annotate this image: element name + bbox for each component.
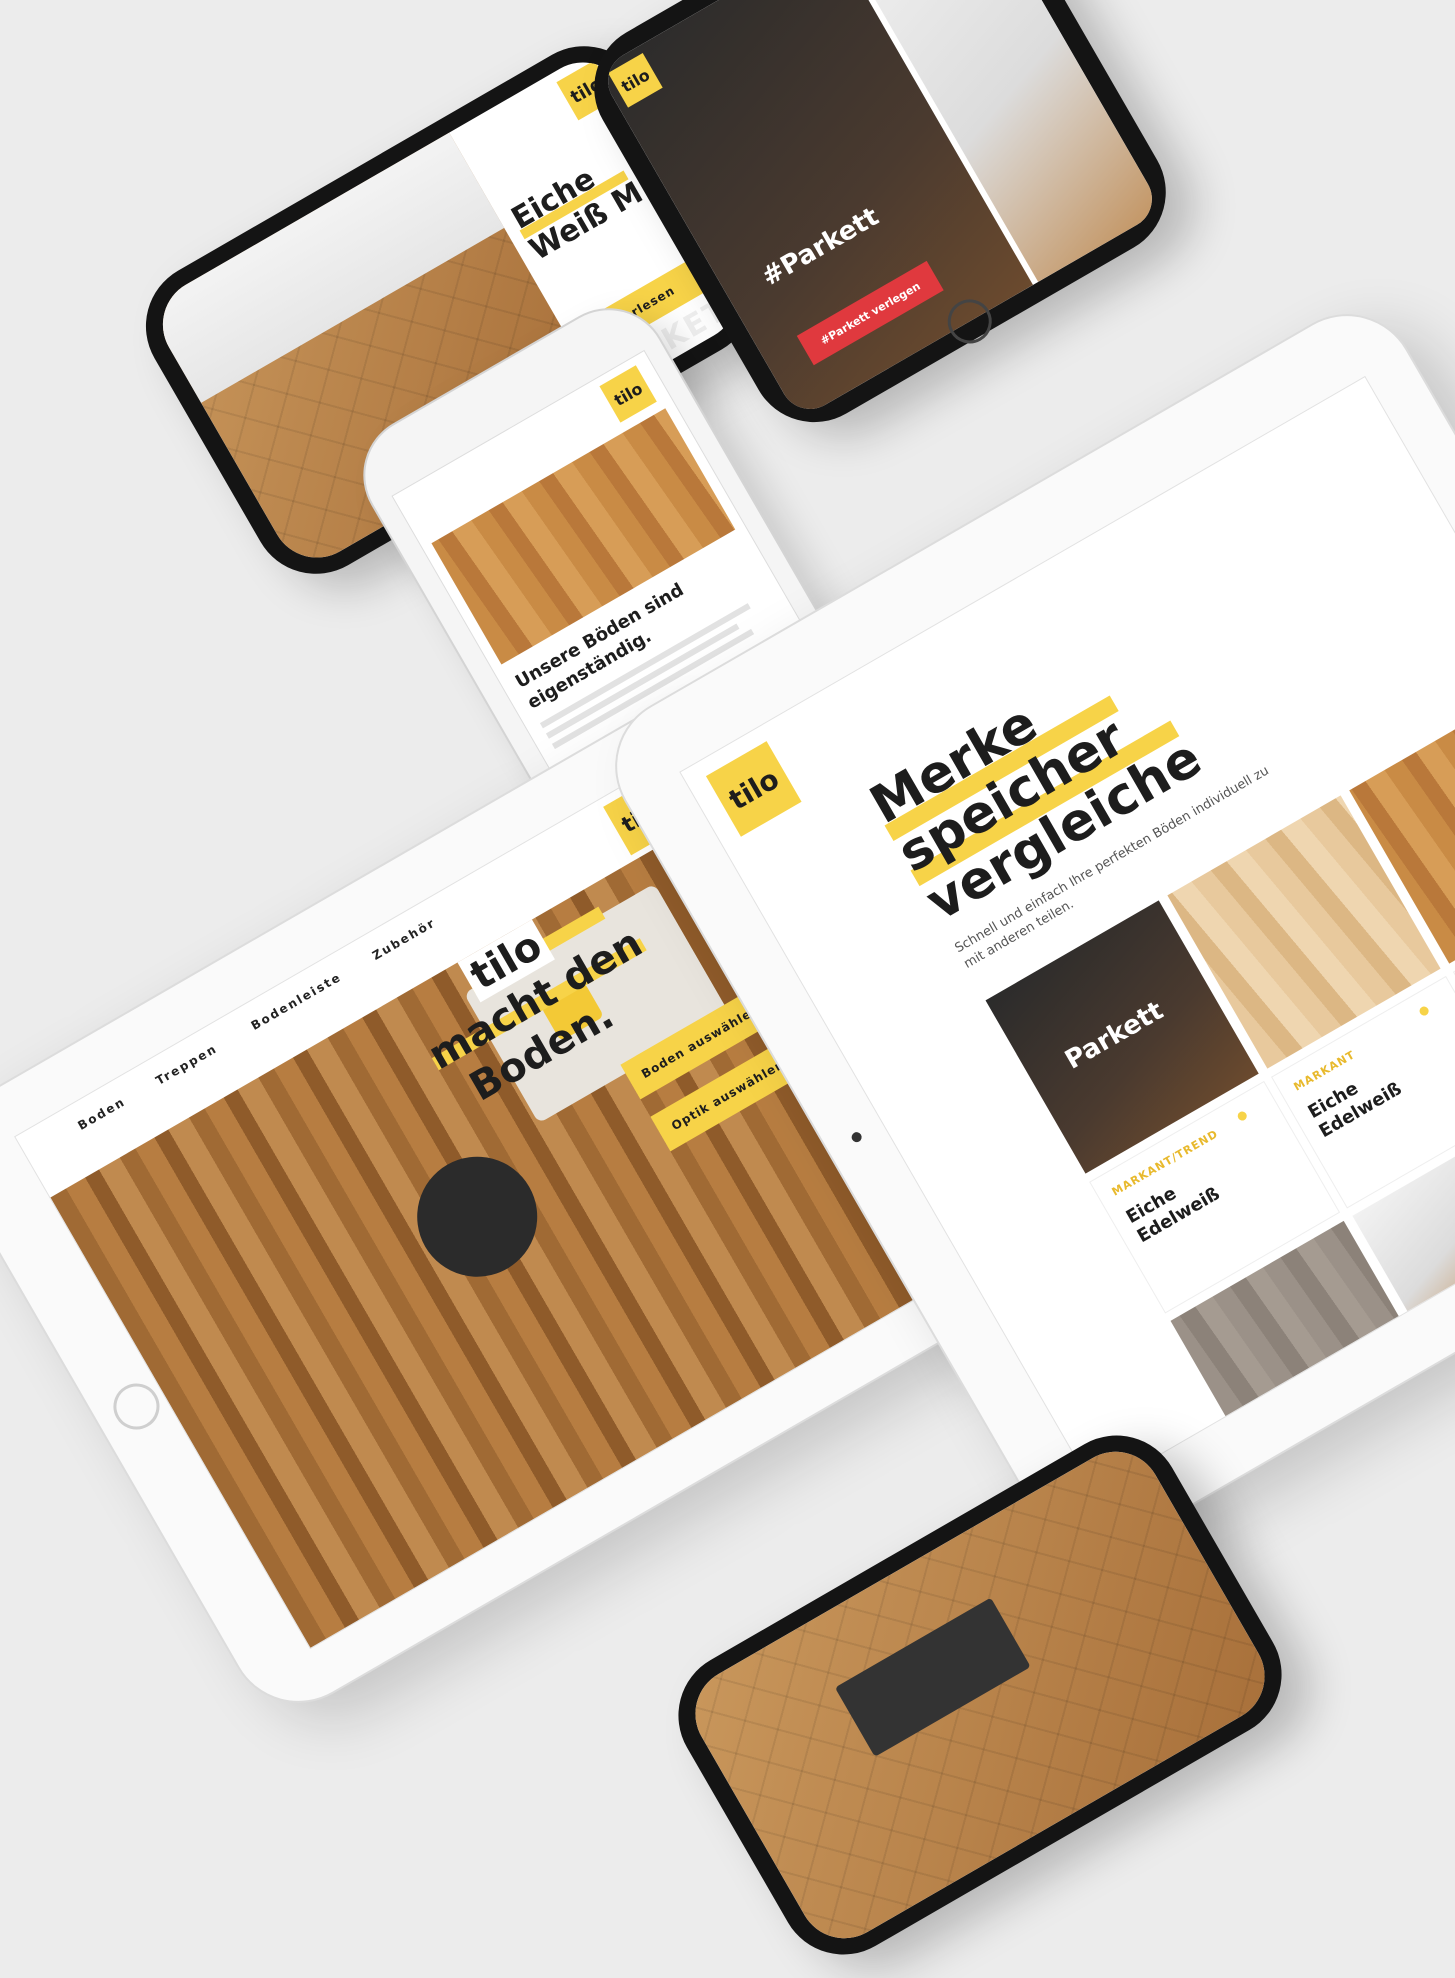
nav-zubehoer[interactable]: Zubehör [370, 915, 438, 962]
front-camera [849, 1130, 864, 1144]
logo[interactable]: tilo [599, 365, 657, 423]
nav-boden[interactable]: Boden [75, 1094, 128, 1132]
parkett-tile-label: Parkett [1060, 995, 1169, 1076]
nav-treppen[interactable]: Treppen [153, 1041, 220, 1088]
color-dot [1417, 1004, 1431, 1018]
phone-bottom-screen [678, 1434, 1282, 1956]
phone-bottom [655, 1412, 1305, 1978]
hero-image [431, 408, 736, 665]
nav-bodenleiste[interactable]: Bodenleiste [249, 970, 344, 1033]
color-dot [1236, 1109, 1249, 1123]
logo[interactable]: tilo [705, 741, 802, 837]
